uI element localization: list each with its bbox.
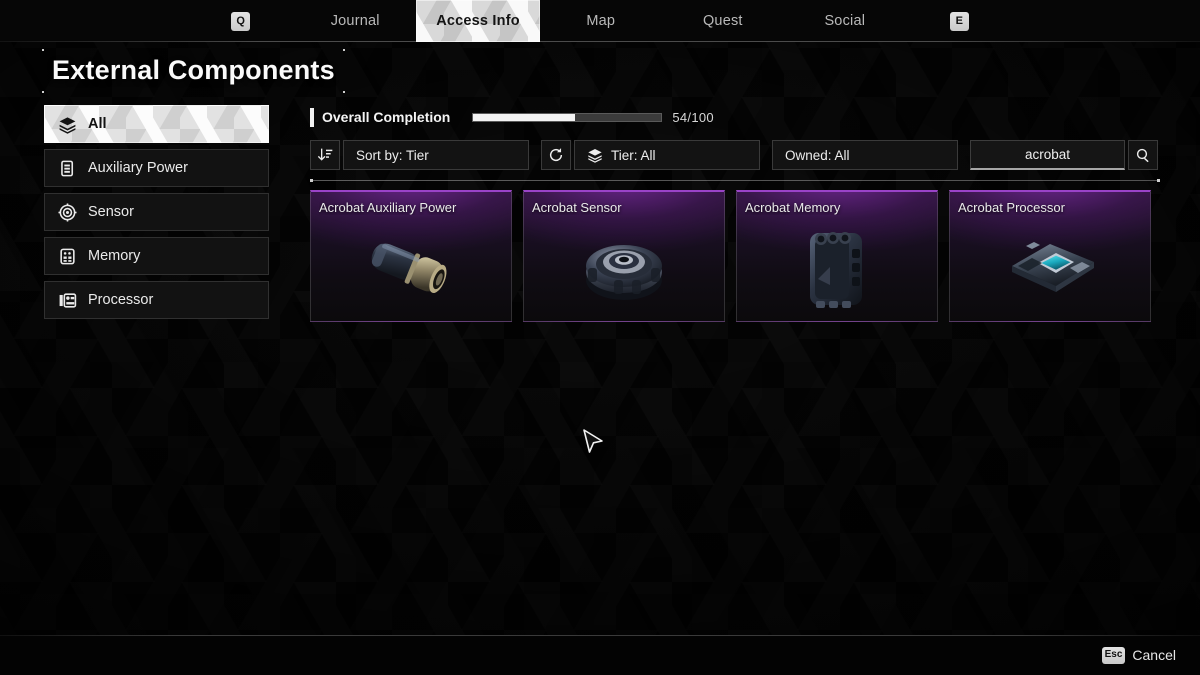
tab-map[interactable]: Map bbox=[540, 0, 662, 42]
overall-completion-row: Overall Completion 54/100 bbox=[310, 105, 1160, 129]
sort-by-dropdown[interactable]: Sort by: Tier bbox=[343, 140, 529, 170]
sidebar-item-memory[interactable]: Memory bbox=[44, 237, 269, 275]
page-title: External Components bbox=[52, 55, 335, 85]
sidebar-item-auxiliary-power[interactable]: Auxiliary Power bbox=[44, 149, 269, 187]
category-sidebar: All Auxiliary Power Sensor Memory Proces… bbox=[44, 105, 269, 325]
filter-toolbar: Sort by: Tier Tier: All Owned: All acrob… bbox=[310, 140, 1160, 170]
key-hint-e[interactable]: E bbox=[949, 11, 969, 31]
component-card-title: Acrobat Memory bbox=[745, 200, 841, 215]
title-corner-dot bbox=[42, 90, 44, 93]
memory-art bbox=[737, 220, 937, 315]
component-card-title: Acrobat Auxiliary Power bbox=[319, 200, 457, 215]
component-card[interactable]: Acrobat Auxiliary Power bbox=[310, 190, 512, 322]
search-input[interactable]: acrobat bbox=[970, 140, 1125, 170]
page-title-container: External Components bbox=[42, 49, 345, 93]
component-card-grid: Acrobat Auxiliary Power Acrobat Sensor A… bbox=[310, 190, 1160, 322]
toolbar-divider bbox=[310, 179, 1160, 182]
key-hint-esc[interactable]: Esc bbox=[1101, 646, 1126, 664]
sort-descending-icon bbox=[317, 148, 333, 161]
completion-progress-bar bbox=[472, 112, 663, 122]
auxiliary-power-art bbox=[311, 220, 511, 315]
reset-icon bbox=[549, 148, 563, 162]
component-card[interactable]: Acrobat Sensor bbox=[523, 190, 725, 322]
aperture-icon bbox=[58, 202, 77, 222]
component-card-title: Acrobat Processor bbox=[958, 200, 1065, 215]
owned-filter-label: Owned: All bbox=[785, 147, 850, 163]
tab-access-info[interactable]: Access Info bbox=[416, 0, 540, 42]
divider-end-dot bbox=[1157, 179, 1160, 182]
tier-filter-label: Tier: All bbox=[611, 147, 656, 163]
title-corner-dot bbox=[342, 90, 345, 93]
top-tab-bar: Q Journal Access Info Map Quest Social E bbox=[0, 0, 1200, 42]
sidebar-item-sensor[interactable]: Sensor bbox=[44, 193, 269, 231]
component-card-title: Acrobat Sensor bbox=[532, 200, 622, 215]
completion-accent-bar bbox=[310, 107, 314, 127]
tab-access-info-label: Access Info bbox=[436, 13, 520, 29]
sidebar-item-label: All bbox=[88, 116, 107, 132]
sidebar-item-processor[interactable]: Processor bbox=[44, 281, 269, 319]
title-corner-dot bbox=[42, 49, 44, 51]
processor-art bbox=[950, 220, 1150, 315]
key-hint-q[interactable]: Q bbox=[231, 11, 251, 31]
sidebar-item-label: Sensor bbox=[88, 204, 134, 220]
completion-count: 54/100 bbox=[672, 109, 714, 125]
bottom-action-bar: Esc Cancel bbox=[0, 635, 1200, 675]
sensor-art bbox=[524, 220, 724, 315]
processor-icon bbox=[59, 292, 77, 308]
cancel-label[interactable]: Cancel bbox=[1132, 647, 1176, 663]
search-button[interactable] bbox=[1128, 140, 1158, 170]
divider-end-dot bbox=[310, 179, 313, 182]
tab-journal-label: Journal bbox=[330, 13, 380, 29]
title-corner-dot bbox=[342, 49, 345, 51]
sidebar-item-label: Auxiliary Power bbox=[88, 160, 188, 176]
memory-icon bbox=[60, 248, 75, 264]
tier-filter-dropdown[interactable]: Tier: All bbox=[574, 140, 760, 170]
sidebar-item-all[interactable]: All bbox=[44, 105, 269, 143]
tab-social-label: Social bbox=[824, 13, 866, 29]
content-panel: Overall Completion 54/100 Sort by: Tier bbox=[310, 105, 1160, 322]
sidebar-item-label: Processor bbox=[88, 292, 154, 308]
tab-quest[interactable]: Quest bbox=[662, 0, 784, 42]
tab-social[interactable]: Social bbox=[784, 0, 906, 42]
layers-icon bbox=[588, 149, 602, 163]
sort-by-label: Sort by: Tier bbox=[356, 147, 429, 163]
sort-direction-button[interactable] bbox=[310, 140, 340, 170]
background-vignette bbox=[0, 0, 1200, 675]
owned-filter-dropdown[interactable]: Owned: All bbox=[772, 140, 958, 170]
tab-map-label: Map bbox=[586, 13, 616, 29]
completion-progress-fill bbox=[473, 113, 575, 121]
component-card[interactable]: Acrobat Processor bbox=[949, 190, 1151, 322]
component-card[interactable]: Acrobat Memory bbox=[736, 190, 938, 322]
battery-icon bbox=[61, 160, 74, 176]
search-input-value: acrobat bbox=[1024, 147, 1071, 162]
search-icon bbox=[1136, 148, 1149, 163]
tab-journal[interactable]: Journal bbox=[294, 0, 416, 42]
layers-icon bbox=[59, 116, 76, 134]
game-ui-screen: Q Journal Access Info Map Quest Social E… bbox=[0, 0, 1200, 675]
tab-quest-label: Quest bbox=[702, 13, 743, 29]
sidebar-item-label: Memory bbox=[88, 248, 141, 264]
overall-completion-label: Overall Completion bbox=[322, 109, 451, 125]
reset-filters-button[interactable] bbox=[541, 140, 571, 170]
